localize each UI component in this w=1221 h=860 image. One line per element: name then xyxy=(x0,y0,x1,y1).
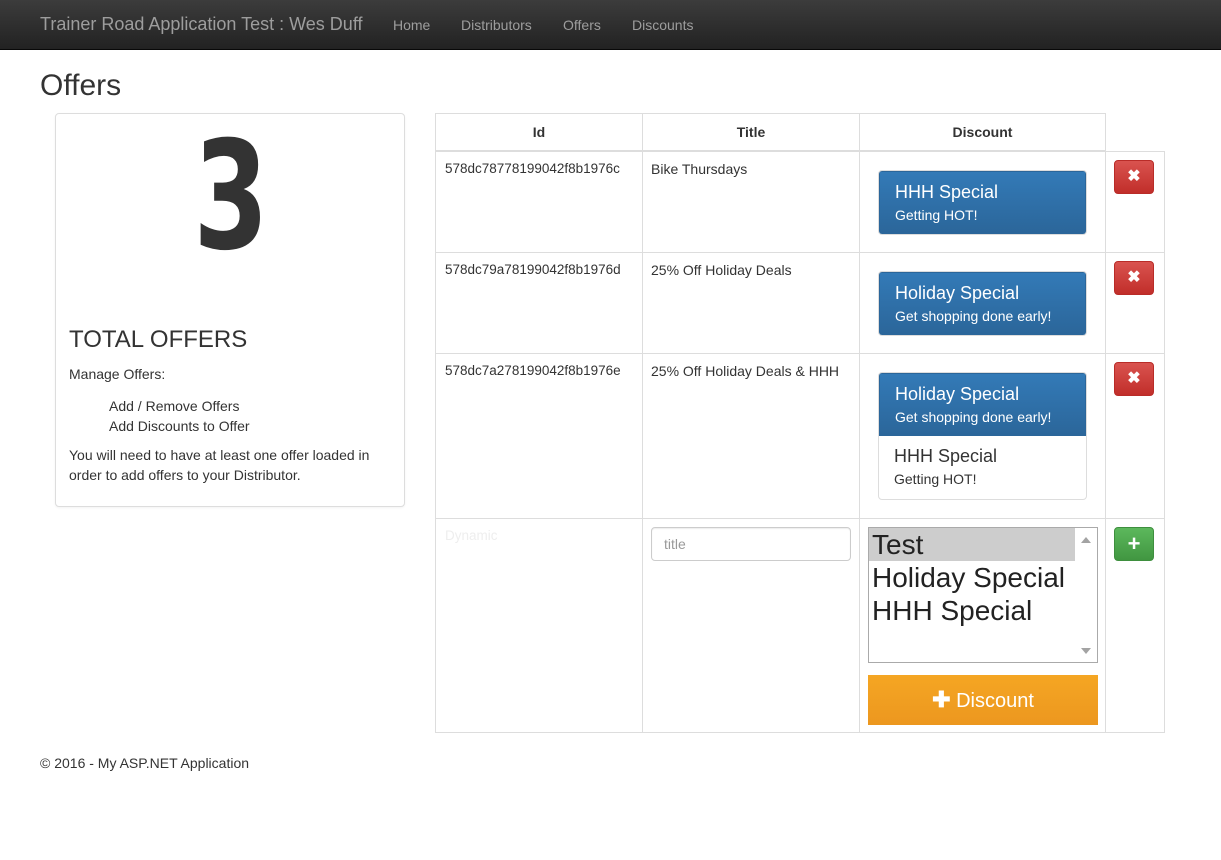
title-cell: 25% Off Holiday Deals & HHH xyxy=(642,353,860,519)
action-cell: ✖ xyxy=(1105,151,1165,253)
offer-id: 578dc78778199042f8b1976c xyxy=(445,161,620,176)
offer-id: 578dc79a78199042f8b1976d xyxy=(445,262,621,277)
select-option[interactable]: Holiday Special xyxy=(869,561,1075,594)
offer-title: 25% Off Holiday Deals & HHH xyxy=(651,363,840,379)
discount-cell: HHH Special Getting HOT! xyxy=(859,151,1106,253)
action-cell: ✖ xyxy=(1105,353,1165,519)
header-title: Title xyxy=(642,113,860,152)
header-id: Id xyxy=(435,113,643,152)
action-cell: + xyxy=(1105,518,1165,733)
discount-item[interactable]: HHH Special Getting HOT! xyxy=(879,171,1086,234)
action-cell: ✖ xyxy=(1105,252,1165,354)
plus-icon: + xyxy=(1127,531,1141,556)
nav-discounts[interactable]: Discounts xyxy=(632,17,693,33)
title-cell: 25% Off Holiday Deals xyxy=(642,252,860,354)
offers-table: Id Title Discount 578dc78778199042f8b197… xyxy=(435,113,1165,733)
manage-list: Add / Remove Offers Add Discounts to Off… xyxy=(109,396,250,436)
discount-desc: Getting HOT! xyxy=(895,207,978,223)
delete-button[interactable]: ✖ xyxy=(1114,261,1154,295)
id-placeholder: Dynamic xyxy=(445,528,498,543)
discount-cell: Holiday Special Get shopping done early! xyxy=(859,252,1106,354)
table-row: 578dc79a78199042f8b1976d xyxy=(435,252,643,354)
discount-name: Holiday Special xyxy=(895,384,1020,404)
title-input[interactable] xyxy=(651,527,851,561)
brand-link[interactable]: Trainer Road Application Test : Wes Duff xyxy=(40,14,363,35)
table-row: 578dc78778199042f8b1976c xyxy=(435,151,643,253)
add-offer-button[interactable]: + xyxy=(1114,527,1154,561)
discount-item[interactable]: Holiday Special Get shopping done early! xyxy=(879,373,1086,436)
discount-list: Holiday Special Get shopping done early!… xyxy=(878,372,1087,500)
discount-cell: Test Holiday Special HHH Special ✚ Disco… xyxy=(859,518,1106,733)
select-option[interactable]: Test xyxy=(869,528,1075,561)
list-item: Add / Remove Offers xyxy=(109,398,240,414)
scroll-up-icon[interactable] xyxy=(1081,537,1091,543)
offer-id: 578dc7a278199042f8b1976e xyxy=(445,363,621,378)
scroll-down-icon[interactable] xyxy=(1081,648,1091,654)
discount-item[interactable]: Holiday Special Get shopping done early! xyxy=(879,272,1086,335)
nav-distributors[interactable]: Distributors xyxy=(461,17,532,33)
page-title: Offers xyxy=(40,69,122,102)
summary-panel: 3 TOTAL OFFERS Manage Offers: Add / Remo… xyxy=(55,113,405,507)
discount-name: Holiday Special xyxy=(895,283,1020,303)
table-row: 578dc7a278199042f8b1976e xyxy=(435,353,643,519)
nav-home[interactable]: Home xyxy=(393,17,430,33)
discount-desc: Get shopping done early! xyxy=(895,409,1052,425)
discount-cell: Holiday Special Get shopping done early!… xyxy=(859,353,1106,519)
discount-list: Holiday Special Get shopping done early! xyxy=(878,271,1087,336)
header-discount: Discount xyxy=(859,113,1106,152)
title-cell xyxy=(642,518,860,733)
discount-item[interactable]: HHH Special Getting HOT! xyxy=(879,436,1086,499)
plus-icon: ✚ xyxy=(932,686,951,712)
add-discount-label: Discount xyxy=(956,689,1034,712)
offer-title: 25% Off Holiday Deals xyxy=(651,262,792,278)
navbar: Trainer Road Application Test : Wes Duff… xyxy=(0,0,1221,50)
delete-button[interactable]: ✖ xyxy=(1114,160,1154,194)
remove-icon: ✖ xyxy=(1127,269,1141,286)
discount-desc: Getting HOT! xyxy=(894,471,977,487)
remove-icon: ✖ xyxy=(1127,168,1141,185)
title-cell: Bike Thursdays xyxy=(642,151,860,253)
total-offers-label: TOTAL OFFERS xyxy=(69,326,248,353)
footer-text: © 2016 - My ASP.NET Application xyxy=(40,755,250,771)
remove-icon: ✖ xyxy=(1127,370,1141,387)
add-discount-button[interactable]: ✚ Discount xyxy=(868,675,1098,725)
select-scrollbar[interactable] xyxy=(1075,528,1097,662)
manage-note: You will need to have at least one offer… xyxy=(69,447,370,483)
offer-title: Bike Thursdays xyxy=(651,161,748,177)
discount-list: HHH Special Getting HOT! xyxy=(878,170,1087,235)
manage-offers-label: Manage Offers: xyxy=(69,366,166,382)
offer-count: 3 xyxy=(193,110,269,284)
discount-select[interactable]: Test Holiday Special HHH Special xyxy=(868,527,1098,663)
nav-offers[interactable]: Offers xyxy=(563,17,601,33)
discount-desc: Get shopping done early! xyxy=(895,308,1052,324)
discount-name: HHH Special xyxy=(894,446,998,466)
discount-name: HHH Special xyxy=(895,182,999,202)
select-option[interactable]: HHH Special xyxy=(869,594,1075,627)
list-item: Add Discounts to Offer xyxy=(109,418,250,434)
new-row: Dynamic xyxy=(435,518,643,733)
delete-button[interactable]: ✖ xyxy=(1114,362,1154,396)
